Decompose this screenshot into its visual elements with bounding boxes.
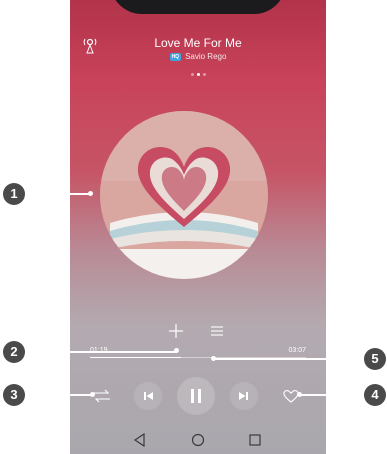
back-icon[interactable] [132,432,148,448]
recent-apps-icon[interactable] [247,432,263,448]
callout-1: 1 [3,183,25,205]
callout-dot-5 [211,356,216,361]
previous-icon [144,392,153,400]
song-title: Love Me For Me [154,36,242,50]
total-time: 03:07 [288,347,306,354]
callout-dot-4 [297,392,302,397]
artist-name[interactable]: Savio Rego [185,52,226,61]
artist-row: HQ Savio Rego [70,52,326,61]
progress-fill [90,357,181,358]
callout-line-4 [300,394,364,396]
callout-line-5 [214,358,364,360]
callout-3: 3 [3,384,25,406]
callout-line-1 [25,193,90,195]
pause-button[interactable] [177,377,215,415]
system-nav-bar [70,426,326,454]
top-notch [110,0,286,14]
add-to-playlist-button[interactable] [167,322,185,340]
page-dot [190,73,194,76]
page-dot-active [196,73,200,76]
callout-line-2 [25,351,177,353]
playlist-menu-button[interactable] [208,322,226,340]
repeat-button[interactable] [92,388,112,404]
album-art-image [100,111,268,279]
hq-badge: HQ [169,52,182,61]
next-button[interactable] [230,382,258,410]
callout-2: 2 [3,341,25,363]
home-icon[interactable] [190,432,206,448]
album-art[interactable] [100,111,268,279]
callout-dot-2 [174,348,179,353]
callout-line-3 [25,394,93,396]
pause-icon [191,389,201,403]
callout-dot-1 [88,191,93,196]
next-icon [239,392,248,400]
callout-dot-3 [90,392,95,397]
previous-button[interactable] [134,382,162,410]
callout-5: 5 [364,348,386,370]
music-player-screen: Love Me For Me HQ Savio Rego 01:19 03:07 [70,0,326,454]
page-dot [202,73,206,76]
page-indicator [70,73,326,76]
callout-4: 4 [364,384,386,406]
